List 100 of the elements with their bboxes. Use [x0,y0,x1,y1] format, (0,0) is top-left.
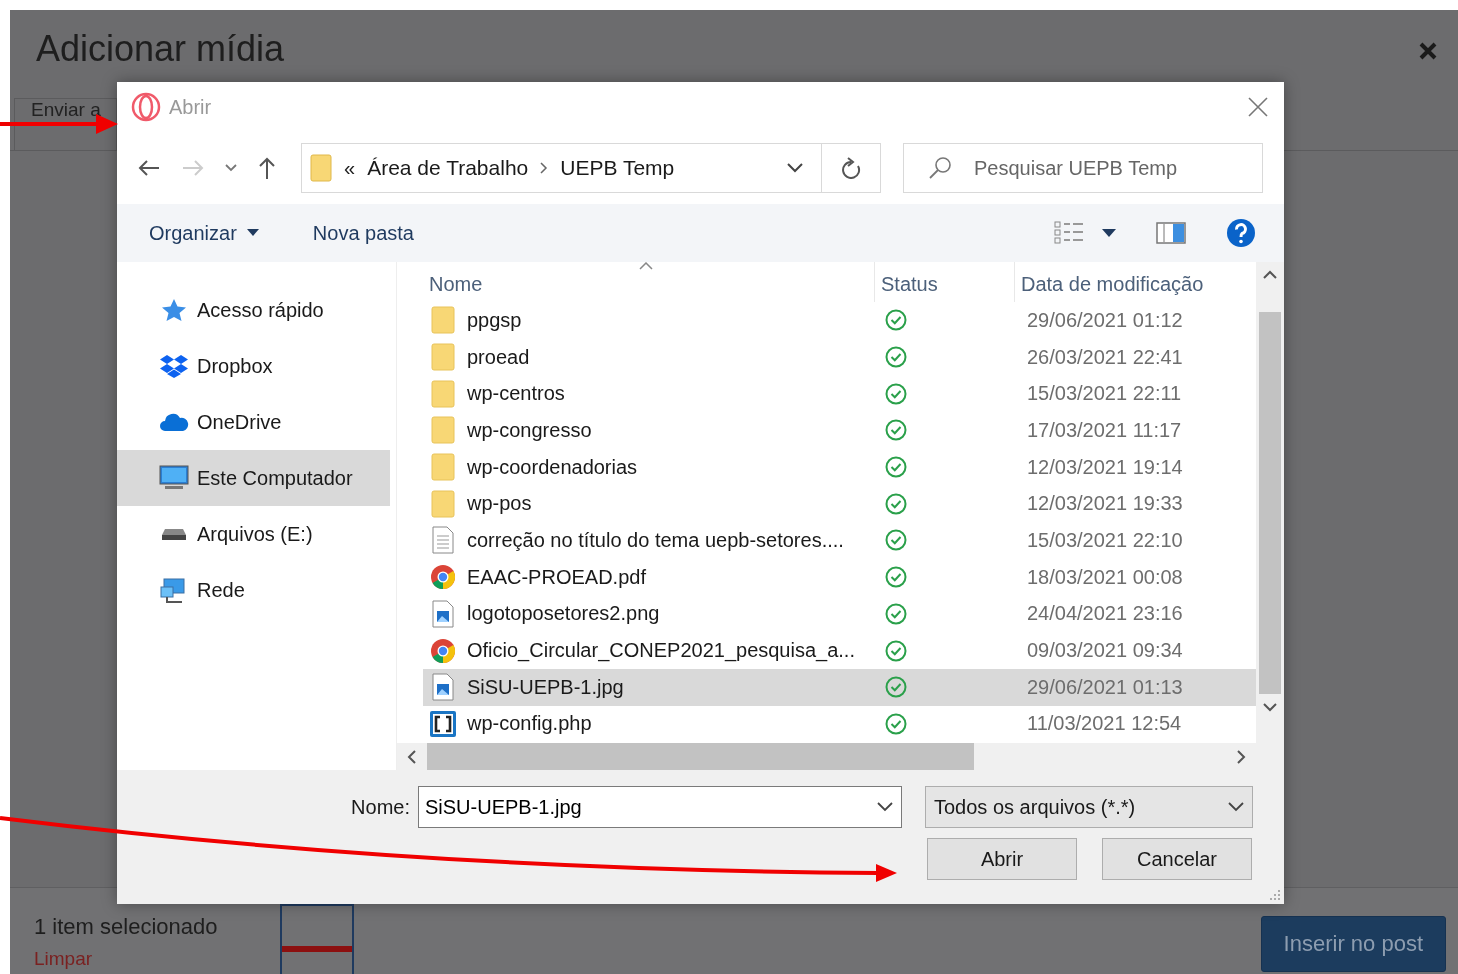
vertical-scrollbar[interactable] [1256,262,1284,743]
close-icon[interactable] [1248,97,1268,117]
dropdown-chevron-icon[interactable] [787,163,803,173]
file-name: wp-pos [467,492,532,516]
check-circle-icon [885,419,907,442]
column-header[interactable]: Data de modificação [1015,273,1204,296]
chrome-icon [429,637,457,664]
file-name: wp-config.php [467,712,592,736]
scroll-right-icon[interactable] [1236,749,1246,764]
open-button[interactable]: Abrir [927,838,1077,880]
check-circle-icon [885,382,907,405]
caret-icon[interactable] [1102,228,1116,238]
check-circle-icon [885,639,907,662]
scroll-up-icon[interactable] [1263,270,1277,280]
scroll-down-icon[interactable] [1263,702,1277,712]
check-circle-icon [885,676,907,699]
file-row[interactable]: logotoposetores2.png 24/04/2021 23:16 [423,595,1256,633]
file-row[interactable]: wp-pos 12/03/2021 19:33 [423,485,1256,523]
file-name: wp-coordenadorias [467,455,638,479]
selection-count: 1 item selecionado [34,914,219,940]
overflow-chevrons[interactable]: « [344,156,356,180]
file-row[interactable]: EAAC-PROEAD.pdf 18/03/2021 00:08 [423,558,1256,596]
nav-item[interactable]: Acesso rápido [117,282,390,338]
caret-icon[interactable] [246,229,259,237]
search-field[interactable]: Pesquisar UEPB Temp [903,143,1263,193]
file-name: Oficio_Circular_CONEP2021_pesquisa_a... [467,639,855,663]
nav-item[interactable]: Este Computador [117,450,390,506]
file-type-dropdown[interactable]: Todos os arquivos (*.*) [925,786,1253,828]
cancel-button[interactable]: Cancelar [1102,838,1252,880]
new-folder-button[interactable]: Nova pasta [312,221,414,245]
breadcrumb-item[interactable]: UEPB Temp [560,156,675,180]
modified-date: 18/03/2021 00:08 [1027,565,1183,589]
history-chevron-icon[interactable] [225,164,237,172]
nav-item[interactable]: Dropbox [117,338,390,394]
back-arrow-icon[interactable] [137,158,161,178]
breadcrumb-item[interactable]: Área de Trabalho [367,156,529,180]
sort-caret-icon [639,262,653,270]
check-circle-icon [885,309,907,332]
close-icon[interactable] [1418,41,1438,61]
modified-date: 11/03/2021 12:54 [1027,712,1182,736]
file-row[interactable]: correção no título do tema uepb-setores.... 15/03/2021 22:10 [423,522,1256,559]
file-name: EAAC-PROEAD.pdf [467,565,646,589]
file-name: proead [467,345,530,369]
modified-date: 09/03/2021 09:34 [1027,639,1183,663]
chrome-icon [429,564,457,591]
dropdown-chevron-icon [1228,802,1244,812]
folder-icon [429,379,457,408]
drive-icon [159,527,189,541]
refresh-icon [841,157,861,179]
nav-item[interactable]: Arquivos (E:) [117,506,390,562]
up-arrow-icon[interactable] [257,156,277,180]
help-icon[interactable] [1226,218,1256,248]
view-list-icon[interactable] [1054,221,1084,245]
file-name-field[interactable]: SiSU-UEPB-1.jpg [418,786,902,828]
folder-icon [429,416,457,445]
resize-grip-icon[interactable] [1269,889,1281,901]
file-name: correção no título do tema uepb-setores.... [467,528,844,552]
search-icon [928,156,952,180]
dropbox-icon [159,354,189,378]
column-header[interactable]: Nome [423,273,483,296]
cloud-icon [159,412,189,432]
organize-menu[interactable]: Organizar [149,221,237,245]
check-circle-icon [885,566,907,589]
modified-date: 24/04/2021 23:16 [1027,602,1183,626]
modal-title: Adicionar mídia [36,28,285,70]
preview-pane-icon[interactable] [1156,222,1186,244]
modified-date: 12/03/2021 19:33 [1027,492,1183,516]
file-name-label: Nome: [351,795,410,819]
file-name: wp-congresso [467,418,592,442]
dialog-title: Abrir [169,95,212,119]
nav-item[interactable]: OneDrive [117,394,390,450]
insert-button[interactable]: Inserir no post [1260,916,1446,972]
file-name: logotoposetores2.png [467,602,660,626]
file-row[interactable]: Oficio_Circular_CONEP2021_pesquisa_a... 09/03/2021 09:34 [423,632,1256,669]
folder-icon [429,453,457,482]
check-circle-icon [885,492,907,515]
address-bar[interactable]: « Área de Trabalho UEPB Temp [301,143,881,193]
check-circle-icon [885,602,907,625]
file-row[interactable]: wp-coordenadorias 12/03/2021 19:14 [423,448,1256,486]
file-row[interactable]: ppgsp 29/06/2021 01:12 [423,302,1256,339]
modified-date: 26/03/2021 22:41 [1027,345,1183,369]
code-file-icon [429,709,457,738]
file-row[interactable]: wp-centros 15/03/2021 22:11 [423,375,1256,413]
file-name: ppgsp [467,308,522,332]
scroll-left-icon[interactable] [407,749,417,764]
folder-icon [429,489,457,518]
file-row[interactable]: wp-config.php 11/03/2021 12:54 [423,705,1256,743]
breadcrumb-chevron-icon [540,162,549,174]
column-header[interactable]: Status [875,273,938,296]
star-icon [159,298,189,322]
nav-item[interactable]: Rede [117,562,390,618]
file-row[interactable]: proead 26/03/2021 22:41 [423,338,1256,376]
file-row[interactable]: wp-congresso 17/03/2021 11:17 [423,412,1256,449]
horizontal-scrollbar[interactable] [397,743,1284,770]
file-row[interactable]: SiSU-UEPB-1.jpg 29/06/2021 01:13 [423,668,1256,706]
modified-date: 29/06/2021 01:13 [1027,675,1183,699]
dropdown-chevron-icon[interactable] [877,802,893,812]
check-circle-icon [885,712,907,735]
modified-date: 29/06/2021 01:12 [1027,308,1183,332]
modified-date: 12/03/2021 19:14 [1027,455,1183,479]
